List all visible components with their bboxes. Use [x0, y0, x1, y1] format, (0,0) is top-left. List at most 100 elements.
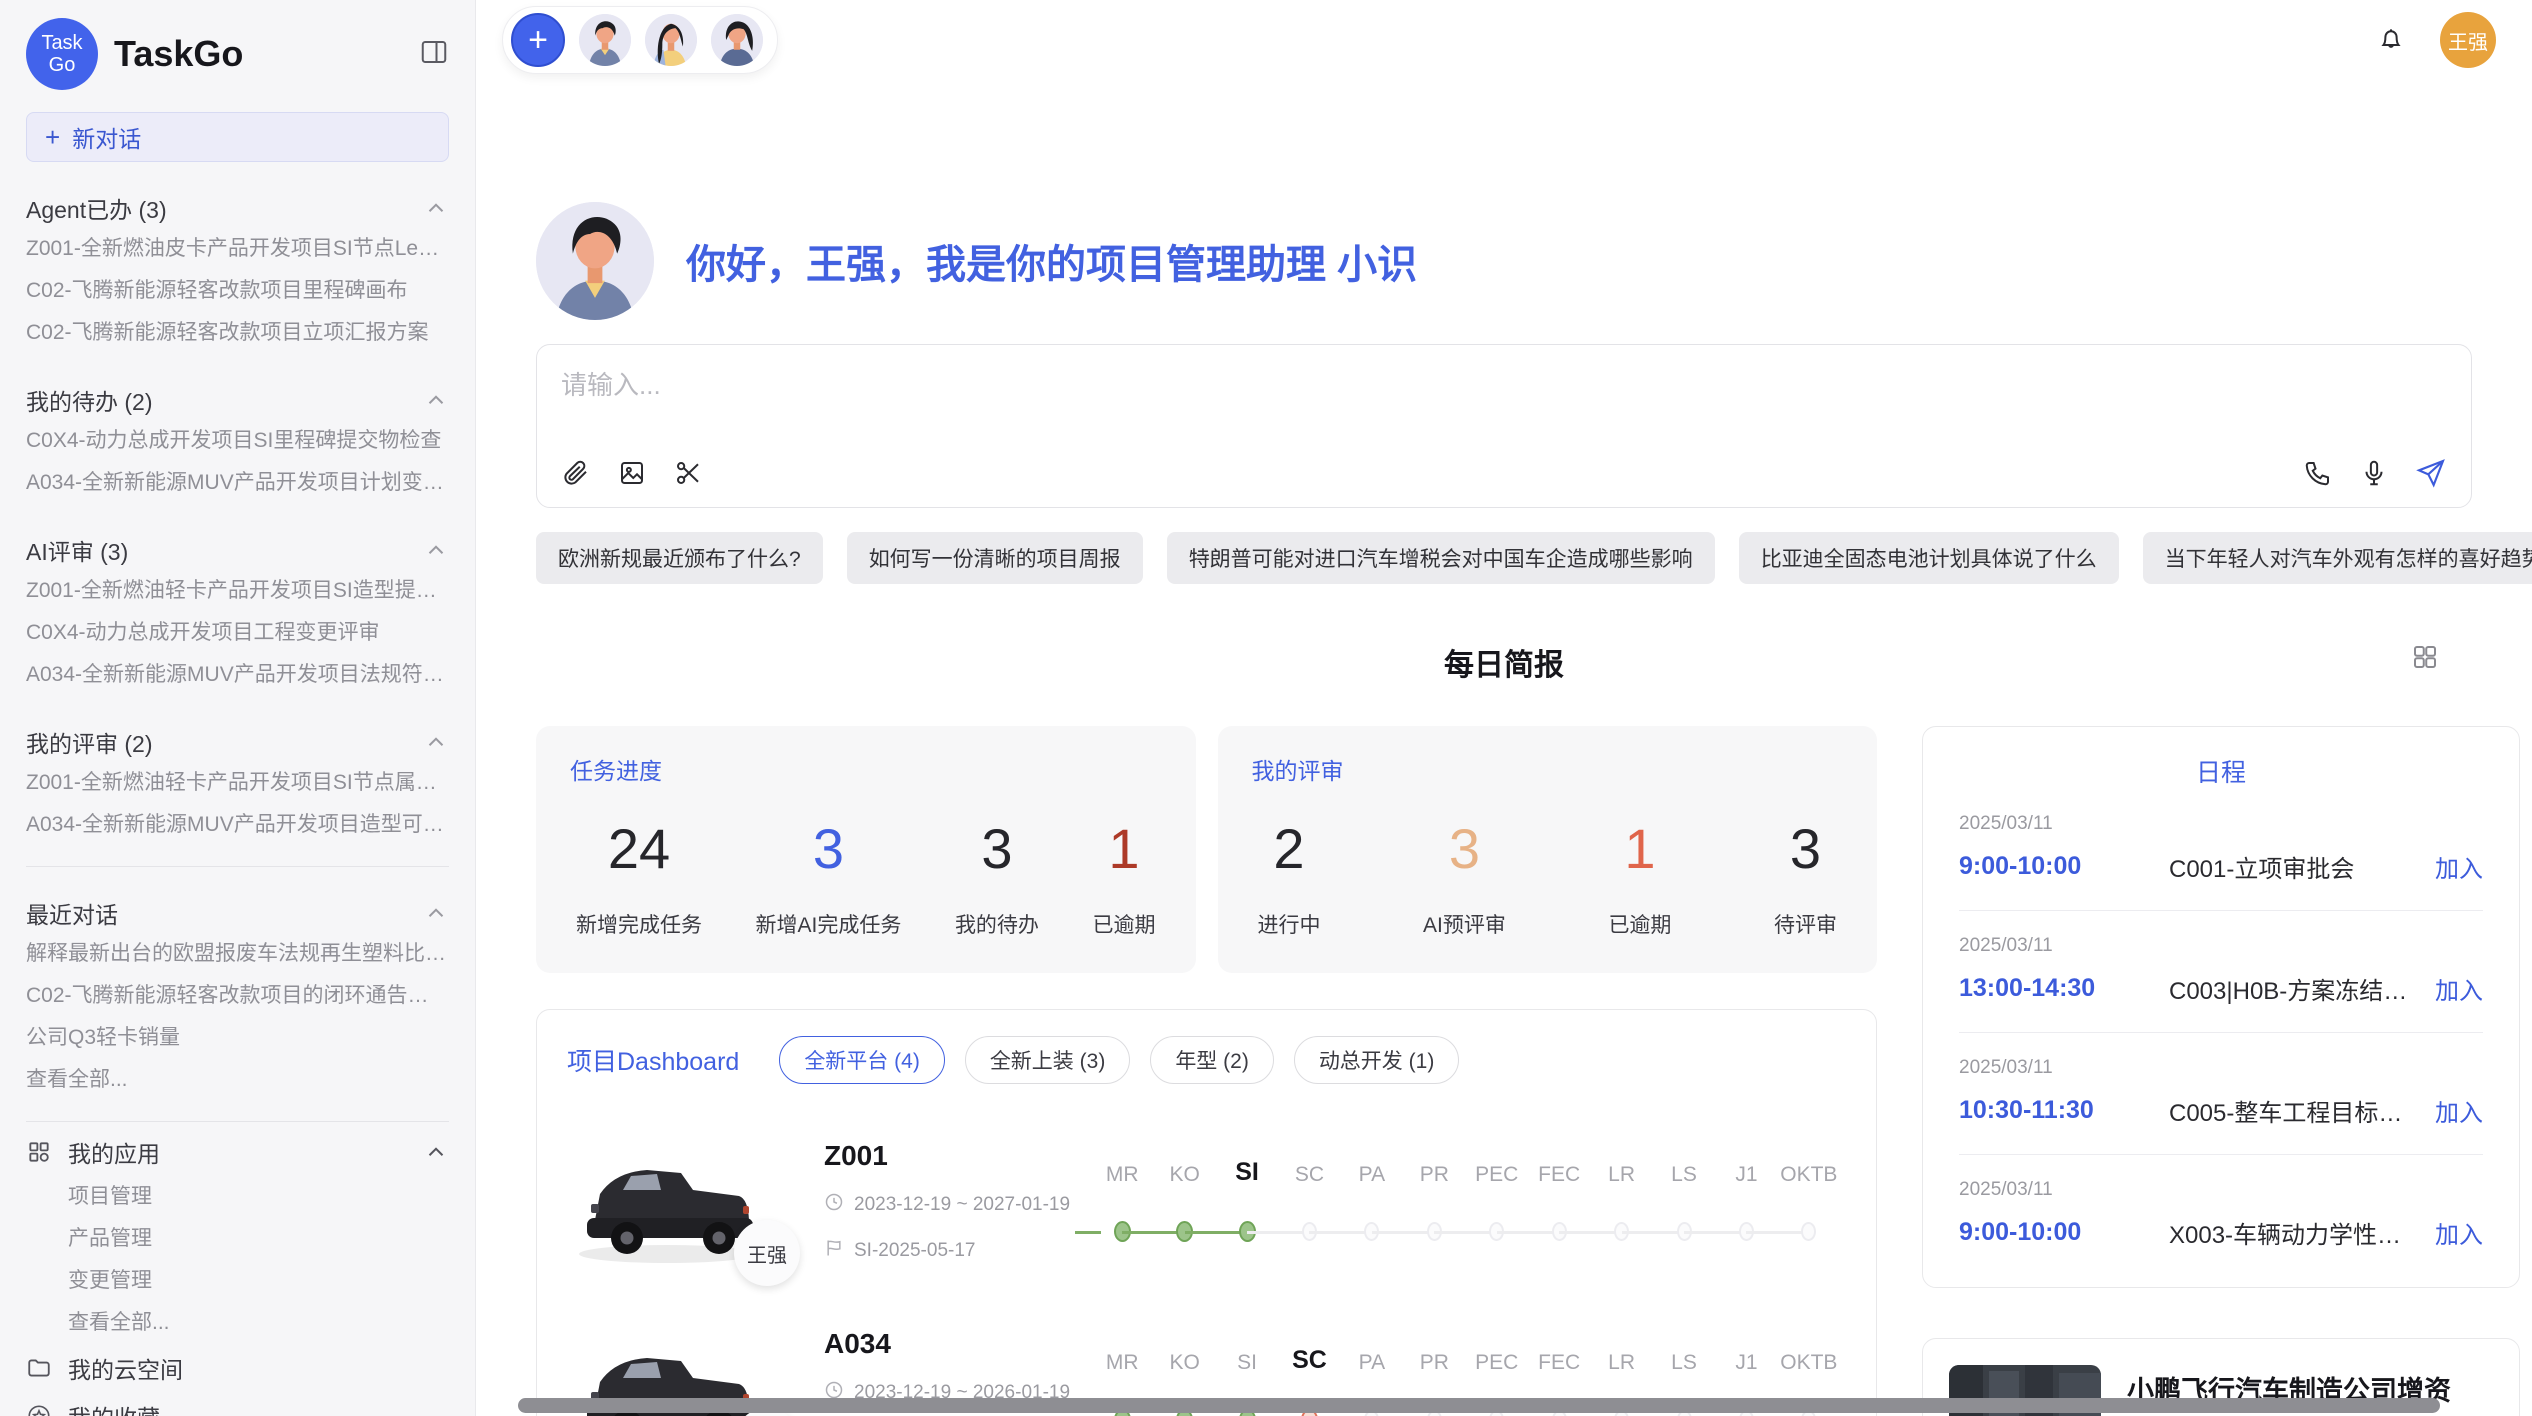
milestone-label: PA [1341, 1339, 1403, 1375]
stat-item: 1已逾期 [1092, 816, 1155, 939]
sidebar-app-item[interactable]: 查看全部... [68, 1302, 449, 1344]
notification-bell-icon[interactable] [2376, 25, 2406, 55]
microphone-icon[interactable] [2359, 458, 2389, 488]
milestone-label: KO [1153, 1339, 1215, 1375]
sidebar-recent-section: 最近对话解释最新出台的欧盟报废车法规再生塑料比例被调至15%...C02-飞腾新… [26, 893, 449, 1101]
join-meeting-link[interactable]: 加入 [2435, 971, 2483, 1006]
stat-label: 新增完成任务 [576, 909, 702, 939]
milestone-label: SI [1216, 1151, 1278, 1187]
logo-text-top: Task [41, 32, 82, 54]
stat-label: AI预评审 [1423, 909, 1506, 939]
sidebar-apps-title: 我的应用 [68, 1135, 160, 1169]
sidebar-item-shortcut[interactable]: 我的收藏 [26, 1392, 449, 1416]
milestone-label: LR [1590, 1151, 1652, 1187]
join-meeting-link[interactable]: 加入 [2435, 1093, 2483, 1128]
schedule-time: 13:00-14:30 [1959, 974, 2169, 1003]
send-icon[interactable] [2415, 457, 2447, 489]
plus-icon: + [45, 124, 60, 150]
sidebar-item-shortcut[interactable]: 我的云空间 [26, 1344, 449, 1392]
sidebar-app-item[interactable]: 产品管理 [68, 1218, 449, 1260]
image-icon[interactable] [617, 458, 647, 488]
sidebar-section-header[interactable]: Agent已办 (3) [26, 188, 449, 228]
layout-grid-icon[interactable] [2410, 642, 2440, 677]
milestone-label: LS [1653, 1151, 1715, 1187]
sidebar-item[interactable]: C02-飞腾新能源轻客改款项目立项汇报方案 [26, 312, 449, 354]
schedule-date: 2025/03/11 [1959, 935, 2483, 957]
sidebar-item[interactable]: C0X4-动力总成开发项目工程变更评审 [26, 612, 449, 654]
schedule-time: 9:00-10:00 [1959, 1218, 2169, 1247]
chevron-up-icon[interactable] [423, 1139, 449, 1165]
milestone: LR [1590, 1151, 1652, 1253]
stat-value: 3 [756, 816, 902, 881]
sidebar-item[interactable]: 公司Q3轻卡销量 [26, 1017, 449, 1059]
dashboard-filter-chip[interactable]: 全新平台 (4) [779, 1036, 945, 1084]
stat-value: 3 [955, 816, 1039, 881]
suggestion-chip[interactable]: 比亚迪全固态电池计划具体说了什么 [1739, 532, 2119, 584]
dashboard-filter-chip[interactable]: 全新上装 (3) [965, 1036, 1131, 1084]
main-content: 你好，王强，我是你的项目管理助理 小识 欧洲 [476, 202, 2532, 1416]
sidebar-item[interactable]: A034-全新新能源MUV产品开发项目计划变更表编写 [26, 462, 449, 504]
sidebar-item[interactable]: C02-飞腾新能源轻客改款项目的闭环通告反馈情况 [26, 975, 449, 1017]
suggestion-chip[interactable]: 当下年轻人对汽车外观有怎样的喜好趋势 [2143, 532, 2532, 584]
avatar[interactable] [579, 14, 631, 66]
sidebar-item[interactable]: 解释最新出台的欧盟报废车法规再生塑料比例被调至15%... [26, 933, 449, 975]
sidebar-section-header[interactable]: 我的评审 (2) [26, 722, 449, 762]
milestone-connector [1075, 1231, 1101, 1234]
milestone-connector [1247, 1231, 1309, 1234]
milestone: FEC [1528, 1151, 1590, 1253]
collapse-sidebar-icon[interactable] [419, 37, 449, 72]
stat-label: 我的待办 [955, 909, 1039, 939]
suggestion-chip[interactable]: 特朗普可能对进口汽车增税会对中国车企造成哪些影响 [1167, 532, 1715, 584]
suggestion-chip[interactable]: 如何写一份清晰的项目周报 [847, 532, 1143, 584]
phone-icon[interactable] [2303, 458, 2333, 488]
sidebar-item[interactable]: Z001-全新燃油轻卡产品开发项目SI节点属性5D文件评审 [26, 762, 449, 804]
schedule-time: 10:30-11:30 [1959, 1096, 2169, 1125]
add-member-button[interactable]: + [511, 13, 565, 67]
sidebar-item[interactable]: C0X4-动力总成开发项目SI里程碑提交物检查 [26, 420, 449, 462]
view-all-link[interactable]: 查看全部... [26, 1059, 449, 1101]
sidebar-app-item[interactable]: 变更管理 [68, 1260, 449, 1302]
milestone-connector [1434, 1231, 1496, 1234]
input-toolbar [561, 457, 2447, 489]
join-meeting-link[interactable]: 加入 [2435, 849, 2483, 884]
sidebar-item[interactable]: Z001-全新燃油皮卡产品开发项目SI节点Lesson Learn报告 [26, 228, 449, 270]
stat-value: 1 [1092, 816, 1155, 881]
project-vehicle-image: 王强 [567, 1132, 772, 1272]
sidebar-section-header[interactable]: AI评审 (3) [26, 530, 449, 570]
stat-item: 3 我的待办 [955, 816, 1039, 939]
user-avatar[interactable]: 王强 [2440, 12, 2496, 68]
input-toolbar-right [2303, 457, 2447, 489]
sidebar-item[interactable]: A034-全新新能源MUV产品开发项目造型可行性评审 [26, 804, 449, 846]
sidebar-item[interactable]: A034-全新新能源MUV产品开发项目法规符合性评审 [26, 654, 449, 696]
schedule-row: 9:00-10:00X003-车辆动力学性能验...加入 [1959, 1215, 2483, 1250]
attachment-icon[interactable] [561, 458, 591, 488]
horizontal-scrollbar[interactable] [518, 1398, 2440, 1413]
milestone-dot[interactable] [1801, 1222, 1816, 1241]
sidebar-app-item[interactable]: 项目管理 [68, 1176, 449, 1218]
milestone-label: J1 [1715, 1151, 1777, 1187]
sidebar-header: Task Go TaskGo [26, 18, 449, 90]
dashboard-header: 项目Dashboard 全新平台 (4)全新上装 (3)年型 (2)动总开发 (… [567, 1036, 1846, 1084]
milestone-label: FEC [1528, 1339, 1590, 1375]
suggestion-chips: 欧洲新规最近颁布了什么? 如何写一份清晰的项目周报特朗普可能对进口汽车增税会对中国… [536, 532, 2472, 584]
join-meeting-link[interactable]: 加入 [2435, 1215, 2483, 1250]
dashboard-filter-chip[interactable]: 动总开发 (1) [1294, 1036, 1460, 1084]
avatar[interactable] [711, 14, 763, 66]
milestone-label: PR [1403, 1339, 1465, 1375]
stat-value: 1 [1608, 816, 1671, 881]
sidebar-item-my-apps[interactable]: 我的应用 [26, 1128, 449, 1176]
chat-input[interactable] [561, 365, 2447, 457]
new-chat-button[interactable]: + 新对话 [26, 112, 449, 162]
sidebar-item[interactable]: Z001-全新燃油轻卡产品开发项目SI造型提交物评审 [26, 570, 449, 612]
sidebar-item[interactable]: C02-飞腾新能源轻客改款项目里程碑画布 [26, 270, 449, 312]
dashboard-filter-chip[interactable]: 年型 (2) [1150, 1036, 1274, 1084]
scissors-icon[interactable] [673, 458, 703, 488]
clock-icon [824, 1192, 844, 1218]
chevron-up-icon [423, 195, 449, 221]
new-chat-label: 新对话 [72, 120, 141, 154]
suggestion-chip[interactable]: 欧洲新规最近颁布了什么? [536, 532, 823, 584]
sidebar-section-header[interactable]: 最近对话 [26, 893, 449, 933]
sidebar-section-header[interactable]: 我的待办 (2) [26, 380, 449, 420]
avatar[interactable] [645, 14, 697, 66]
stat-label: 待评审 [1774, 909, 1837, 939]
